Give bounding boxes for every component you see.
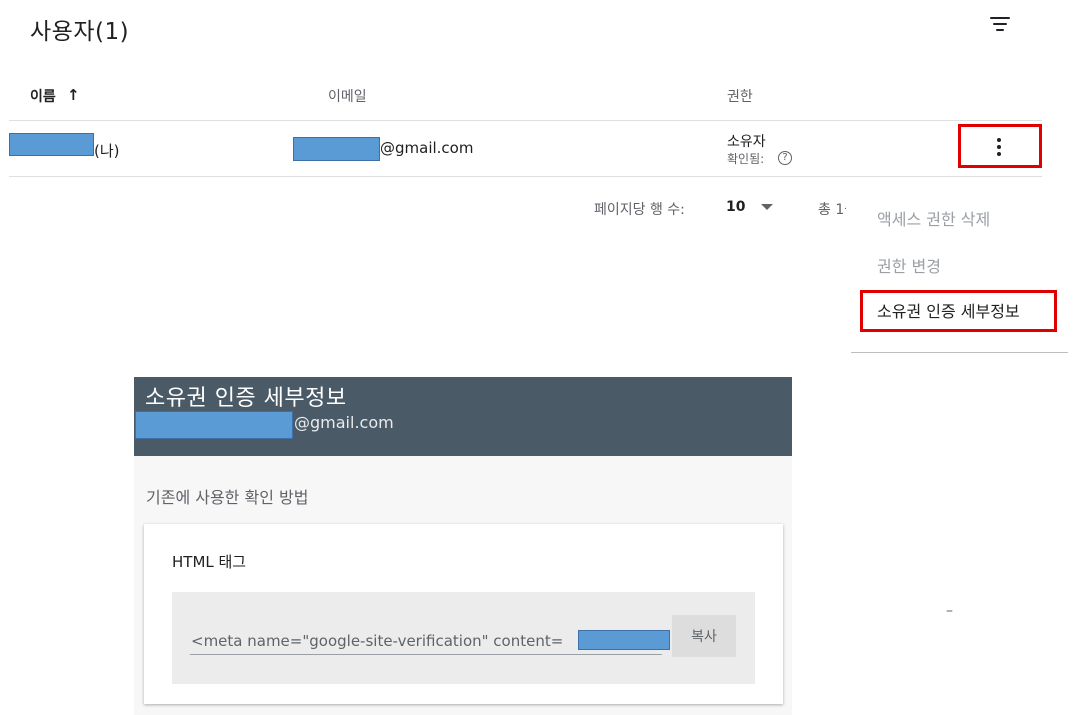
dialog-title: 소유권 인증 세부정보 bbox=[145, 386, 347, 411]
verification-method-heading: 기존에 사용한 확인 방법 bbox=[146, 488, 309, 507]
user-email-suffix: @gmail.com bbox=[380, 139, 474, 157]
menu-divider bbox=[851, 352, 1068, 353]
redacted-name bbox=[9, 133, 94, 156]
user-name-suffix: (나) bbox=[94, 142, 120, 160]
dialog-email-suffix: @gmail.com bbox=[294, 413, 394, 432]
menu-item-change-permission[interactable]: 권한 변경 bbox=[877, 253, 941, 277]
verification-status: 확인됨: bbox=[727, 152, 765, 166]
more-button-highlight bbox=[958, 124, 1042, 168]
redacted-dialog-email bbox=[135, 411, 293, 439]
table-row-divider bbox=[9, 176, 1042, 177]
code-underline bbox=[190, 654, 662, 655]
permission-owner: 소유자 bbox=[727, 134, 766, 150]
meta-tag-code[interactable]: <meta name="google-site-verification" co… bbox=[191, 632, 563, 650]
dropdown-caret-icon[interactable] bbox=[761, 204, 773, 210]
rows-per-page-label: 페이지당 행 수: bbox=[594, 202, 685, 218]
filter-list-icon[interactable] bbox=[984, 12, 1016, 36]
redacted-verification-code bbox=[578, 630, 670, 650]
pagination-total: 총 1중 1 bbox=[818, 202, 846, 218]
card-title: HTML 태그 bbox=[172, 553, 247, 571]
column-header-email: 이메일 bbox=[328, 89, 367, 105]
menu-item-remove-access[interactable]: 액세스 권한 삭제 bbox=[877, 206, 990, 230]
rows-per-page-select[interactable]: 10 bbox=[726, 199, 745, 215]
page-title: 사용자(1) bbox=[30, 19, 130, 45]
menu-item-highlight bbox=[860, 290, 1057, 332]
redacted-email bbox=[293, 137, 380, 161]
dash-mark: – bbox=[946, 603, 953, 619]
column-header-name[interactable]: 이름 bbox=[30, 86, 56, 106]
arrow-up-icon[interactable]: ↑ bbox=[67, 86, 80, 104]
copy-button[interactable]: 복사 bbox=[672, 615, 736, 657]
column-header-permission: 권한 bbox=[727, 89, 753, 105]
help-icon[interactable]: ? bbox=[778, 151, 792, 165]
table-header-divider bbox=[9, 120, 1042, 121]
